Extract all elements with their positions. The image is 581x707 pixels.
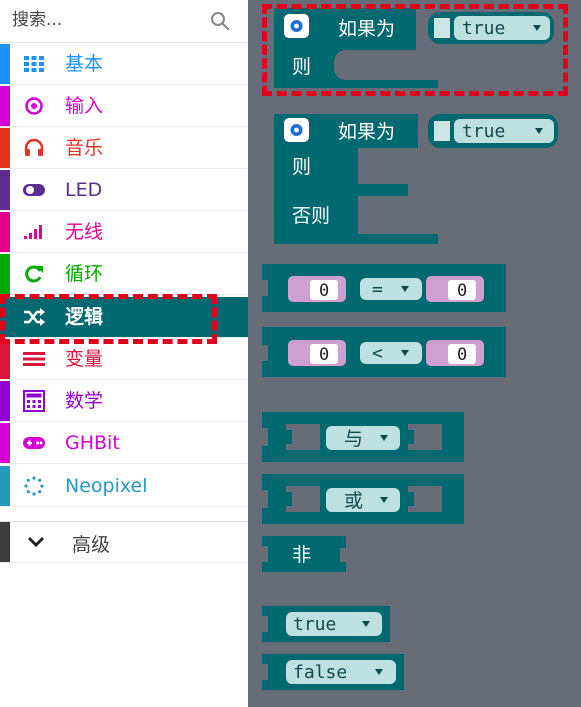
left-number-value: 0 <box>319 345 329 365</box>
operator-value: = <box>372 279 383 300</box>
false-value: false <box>293 662 347 683</box>
and-block[interactable]: 与 <box>262 412 464 462</box>
dotted-circle-icon <box>24 476 44 496</box>
category-label: GHBit <box>65 432 120 454</box>
category-color-bar <box>0 466 10 506</box>
signal-bars-icon <box>24 225 42 239</box>
category-color-bar <box>0 86 10 126</box>
and-value: 与 <box>344 428 363 450</box>
calculator-icon <box>23 390 45 412</box>
category-label: 逻辑 <box>65 306 104 328</box>
refresh-icon <box>25 265 43 283</box>
category-advanced[interactable]: 高级 <box>0 521 248 563</box>
category-label: 变量 <box>65 348 104 370</box>
else-label: 否则 <box>292 205 330 227</box>
toggle-icon <box>23 184 45 196</box>
category-label: 高级 <box>72 534 111 556</box>
right-number-value: 0 <box>457 345 467 365</box>
if-label: 如果为 <box>338 18 395 40</box>
not-label: 非 <box>292 544 311 566</box>
boolean-true-block[interactable]: true <box>262 606 390 642</box>
block-flyout: 如果为 true 则 如果为 true 则 否则 0 = 0 0 < 0 与 或… <box>248 0 581 707</box>
left-number-value: 0 <box>319 281 329 301</box>
chevron-down-icon <box>27 536 45 548</box>
category-color-bar <box>0 212 10 252</box>
category-color-bar <box>0 423 10 463</box>
search-bar <box>0 0 248 43</box>
if-then-else-block[interactable]: 如果为 true 则 否则 <box>274 114 558 244</box>
compare-less-than-block[interactable]: 0 < 0 <box>262 327 506 377</box>
shuffle-icon <box>24 308 45 326</box>
true-value: true <box>293 614 336 635</box>
operator-dropdown[interactable] <box>360 278 422 300</box>
category-label: 数学 <box>65 390 104 412</box>
gamepad-icon <box>23 437 45 449</box>
category-label: 循环 <box>65 263 104 285</box>
category-loops[interactable]: 循环 <box>0 254 248 295</box>
category-label: 基本 <box>65 53 104 75</box>
not-block[interactable]: 非 <box>262 536 346 572</box>
input-target-icon <box>25 97 43 115</box>
right-number-value: 0 <box>457 281 467 301</box>
category-label: 音乐 <box>65 137 104 159</box>
category-variables[interactable]: 变量 <box>0 339 248 380</box>
category-radio[interactable]: 无线 <box>0 212 248 253</box>
true-dropdown-value: true <box>462 121 505 142</box>
category-ghbit[interactable]: GHBit <box>0 423 248 464</box>
category-basic[interactable]: 基本 <box>0 44 248 85</box>
list-lines-icon <box>23 352 45 366</box>
category-color-bar <box>0 381 10 421</box>
search-icon[interactable] <box>209 10 231 32</box>
grid-icon <box>24 56 44 72</box>
if-label: 如果为 <box>338 121 395 143</box>
search-input[interactable] <box>12 8 202 32</box>
true-dropdown-value: true <box>462 18 505 39</box>
or-block[interactable]: 或 <box>262 474 464 524</box>
operator-value: < <box>372 343 383 364</box>
category-label: Neopixel <box>65 475 148 497</box>
category-color-bar <box>0 522 10 562</box>
boolean-false-block[interactable]: false <box>262 654 404 690</box>
category-neopixel[interactable]: Neopixel <box>0 466 248 507</box>
category-logic[interactable]: 逻辑 <box>0 297 248 338</box>
category-color-bar <box>0 254 10 294</box>
or-value: 或 <box>344 490 363 512</box>
category-color-bar <box>0 44 10 84</box>
operator-dropdown[interactable] <box>360 342 422 364</box>
category-label: LED <box>65 179 103 201</box>
toolbox-sidebar: 基本 输入 音乐 LED <box>0 0 248 707</box>
headphones-icon <box>24 138 44 156</box>
category-color-bar <box>0 128 10 168</box>
category-input[interactable]: 输入 <box>0 86 248 127</box>
category-math[interactable]: 数学 <box>0 381 248 422</box>
category-label: 输入 <box>65 95 104 117</box>
category-led[interactable]: LED <box>0 170 248 211</box>
if-then-block[interactable]: 如果为 true 则 <box>274 8 554 88</box>
category-music[interactable]: 音乐 <box>0 128 248 169</box>
category-color-bar <box>0 170 10 210</box>
then-label: 则 <box>292 156 311 178</box>
then-label: 则 <box>292 56 311 78</box>
category-color-bar <box>0 339 10 379</box>
blocks-canvas: 如果为 true 则 如果为 true 则 否则 0 = 0 0 < 0 与 或… <box>262 8 558 690</box>
compare-equal-block[interactable]: 0 = 0 <box>262 264 506 312</box>
category-label: 无线 <box>65 221 104 243</box>
